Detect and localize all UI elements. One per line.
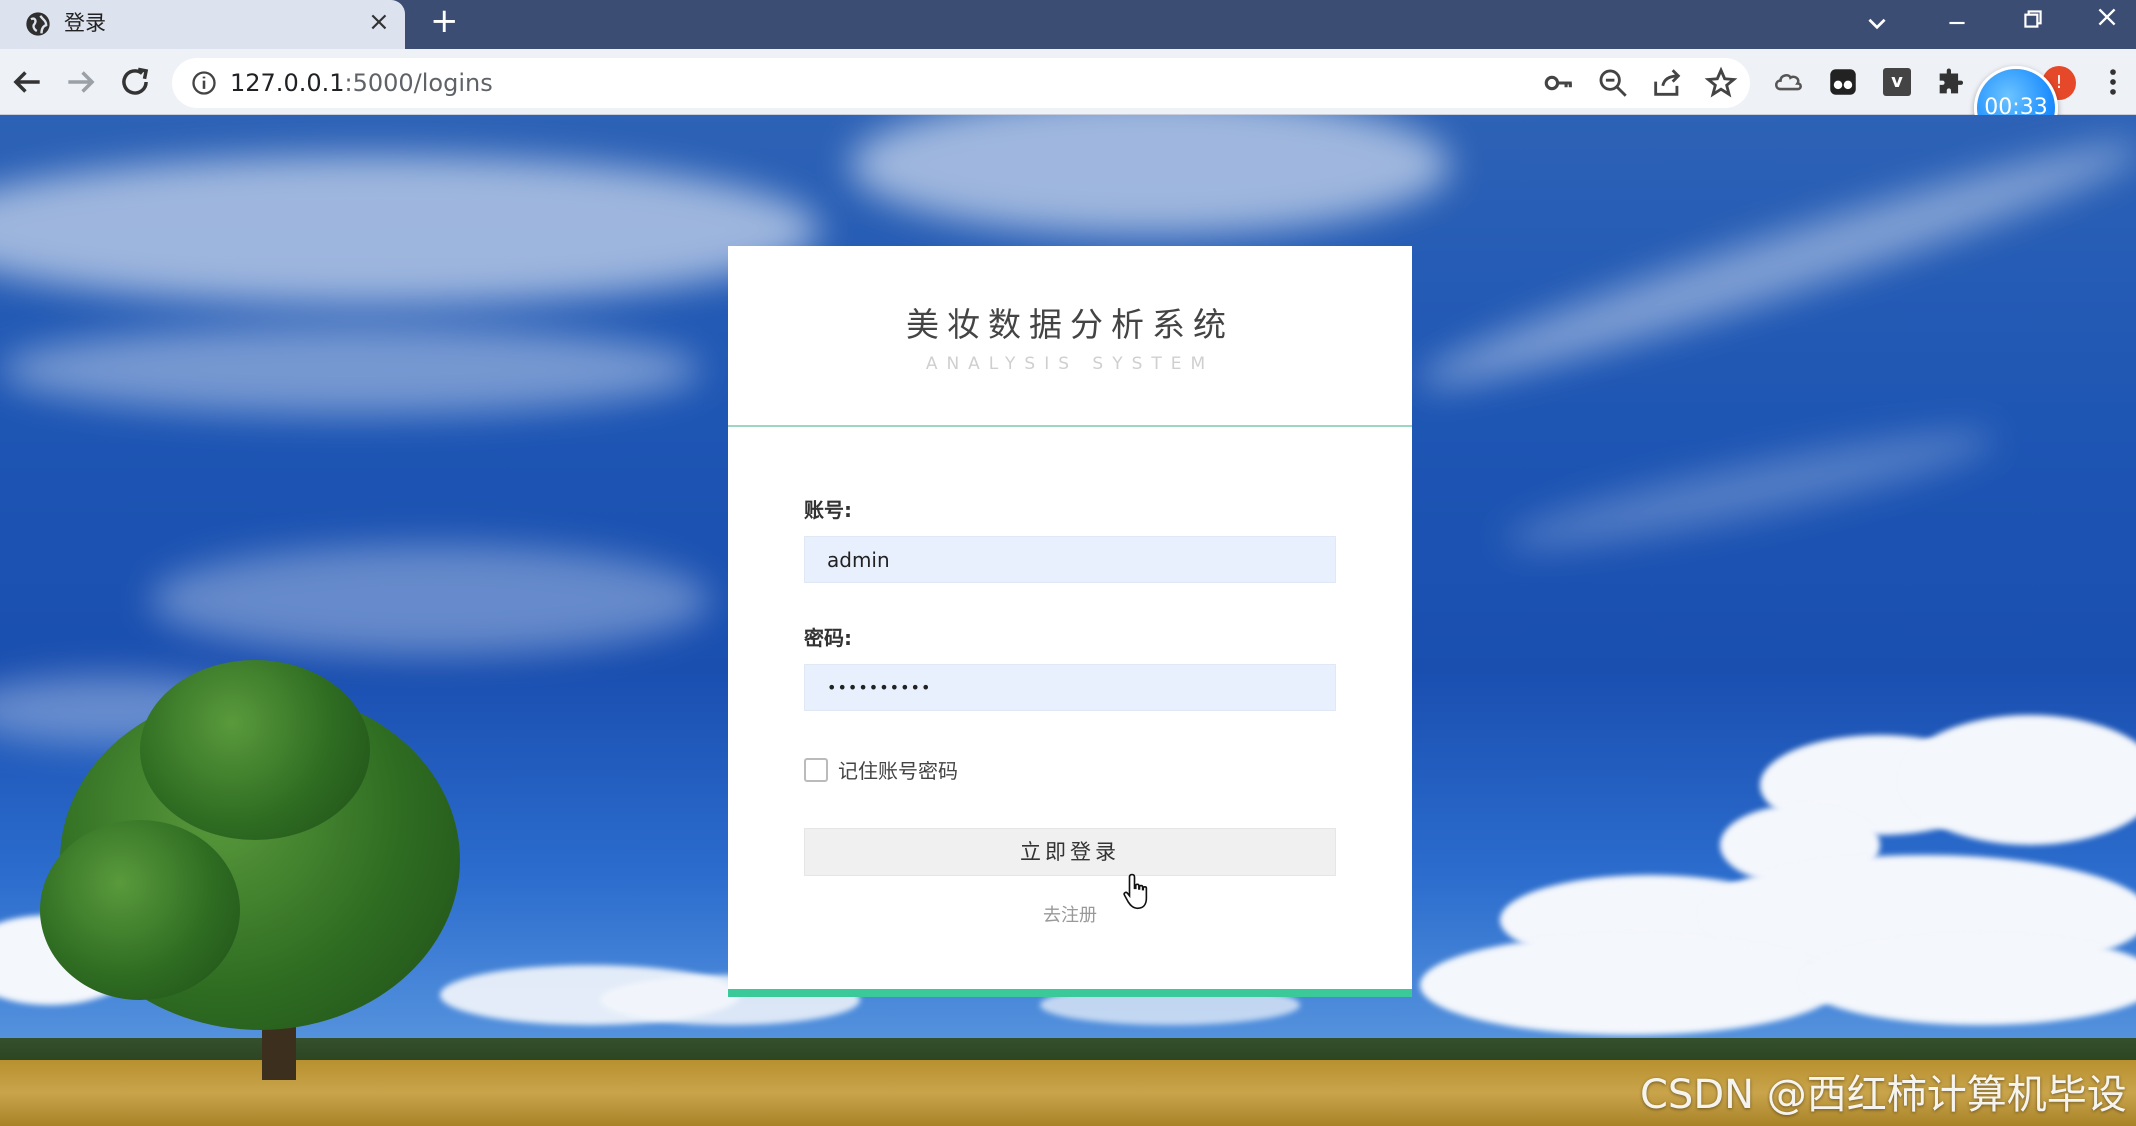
login-card-header: 美妆数据分析系统 ANALYSIS SYSTEM [728, 246, 1412, 427]
kebab-menu-icon[interactable] [2096, 65, 2130, 99]
csdn-watermark: CSDN @西红柿计算机毕设 [1640, 1072, 2127, 1118]
arrow-right-icon[interactable] [62, 63, 100, 101]
address-bar[interactable]: 127.0.0.1:5000/logins [172, 58, 1750, 108]
remember-checkbox[interactable] [804, 758, 828, 782]
key-icon[interactable] [1542, 66, 1576, 100]
browser-tab-active[interactable]: 登录 × [0, 0, 405, 49]
username-input[interactable] [804, 536, 1336, 583]
login-card: 美妆数据分析系统 ANALYSIS SYSTEM 账号: 密码: •••••••… [728, 246, 1412, 997]
tab-title: 登录 [64, 11, 106, 35]
globe-icon [26, 12, 50, 36]
system-subtitle: ANALYSIS SYSTEM [925, 354, 1215, 374]
register-link[interactable]: 去注册 [728, 901, 1412, 927]
password-label: 密码: [804, 626, 852, 650]
url-text[interactable]: 127.0.0.1:5000/logins [230, 67, 493, 99]
arrow-left-icon[interactable] [8, 63, 46, 101]
new-tab-button[interactable]: + [430, 2, 459, 40]
info-icon[interactable] [190, 69, 218, 97]
close-window-icon[interactable] [2094, 4, 2120, 30]
card-accent-bar [728, 989, 1412, 997]
cloud-extension-icon[interactable] [1772, 65, 1806, 99]
zoom-out-icon[interactable] [1596, 66, 1630, 100]
url-host: 127.0.0.1 [230, 69, 345, 97]
tab-strip: 登录 × + [0, 0, 2136, 49]
puzzle-icon[interactable] [1934, 65, 1968, 99]
tampermonkey-icon[interactable] [1826, 65, 1860, 99]
login-button[interactable]: 立即登录 [804, 828, 1336, 876]
minimize-icon[interactable] [1944, 10, 1970, 36]
share-icon[interactable] [1650, 66, 1684, 100]
tab-search-chevron-icon[interactable] [1864, 10, 1890, 36]
hand-pointer-icon [1123, 873, 1148, 910]
browser-toolbar: 127.0.0.1:5000/logins v [0, 49, 2136, 115]
tab-close-icon[interactable]: × [368, 7, 390, 37]
restore-icon[interactable] [2020, 6, 2046, 32]
username-label: 账号: [804, 498, 852, 522]
star-icon[interactable] [1704, 66, 1738, 100]
remember-label: 记住账号密码 [838, 759, 958, 783]
password-input[interactable]: •••••••••• [804, 664, 1336, 711]
url-path: :5000/logins [344, 69, 493, 97]
reload-icon[interactable] [116, 63, 154, 101]
system-title: 美妆数据分析系统 [906, 305, 1234, 344]
v-extension-icon[interactable]: v [1883, 68, 1911, 96]
